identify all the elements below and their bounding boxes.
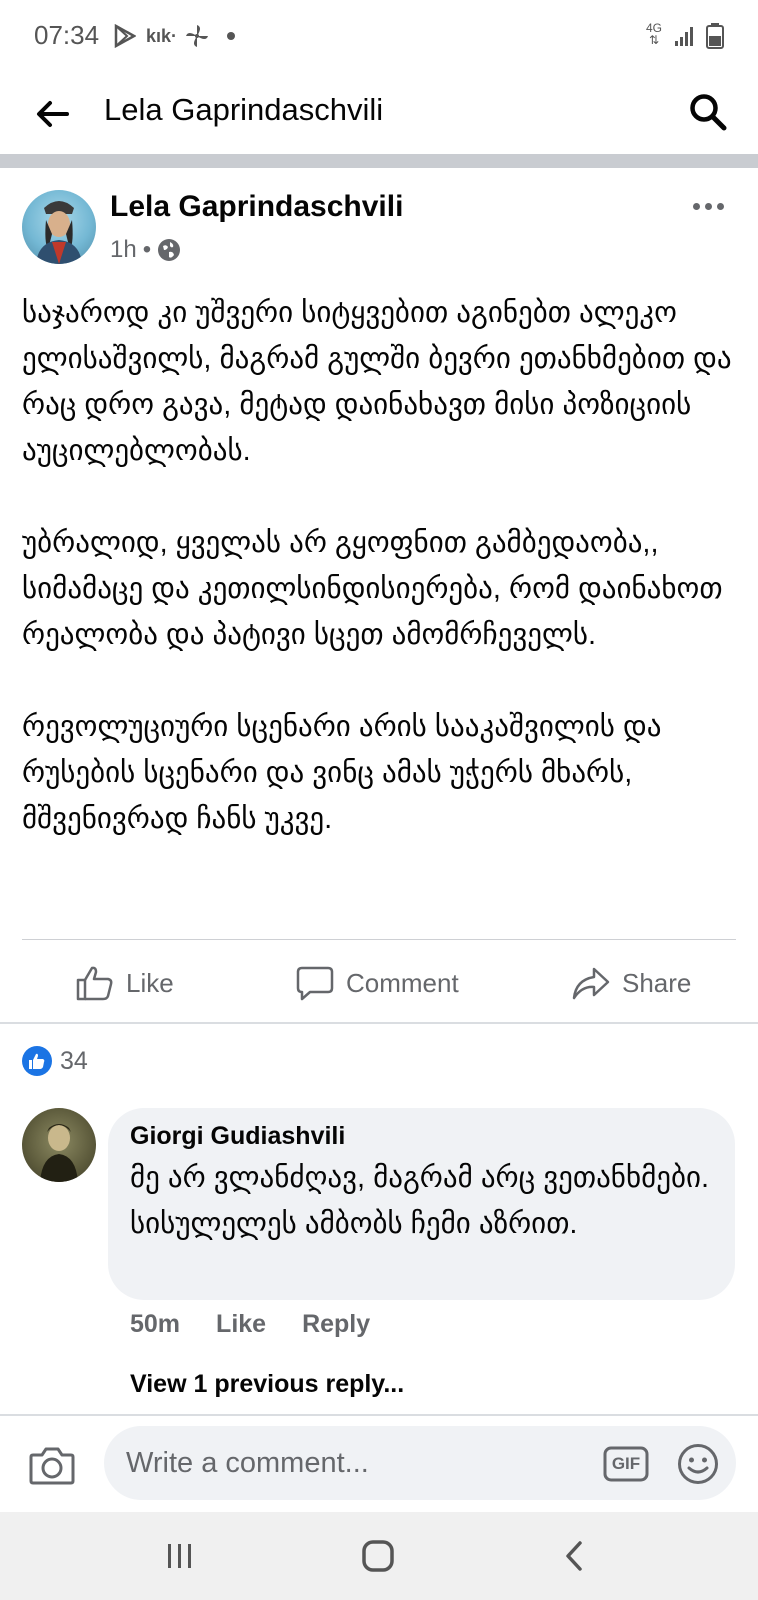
back-icon (566, 1541, 582, 1571)
post-paragraph-3: რევოლუციური სცენარი არის სააკაშვილის და … (22, 711, 662, 835)
like-button[interactable]: Like (76, 950, 174, 1016)
camera-button[interactable] (28, 1442, 76, 1488)
header-divider (0, 154, 758, 168)
notification-dot-icon (226, 22, 236, 50)
status-time: 07:34 (34, 20, 100, 50)
share-icon (572, 967, 610, 1000)
share-button[interactable]: Share (572, 950, 691, 1016)
play-store-icon (114, 22, 136, 50)
signal-icon (674, 22, 696, 50)
gif-label: GIF (611, 1454, 641, 1473)
avatar-portrait (36, 201, 82, 264)
view-previous-replies-link[interactable]: View 1 previous reply... (130, 1370, 404, 1399)
system-nav-bar (0, 1512, 758, 1600)
comment-actions: 50m Like Reply (130, 1310, 370, 1339)
emoji-button[interactable] (676, 1442, 720, 1486)
comment-time[interactable]: 50m (130, 1310, 180, 1339)
arrow-left-icon (37, 101, 69, 127)
author-avatar[interactable] (22, 190, 96, 264)
post-more-button[interactable] (686, 192, 730, 220)
comment-button[interactable]: Comment (296, 950, 459, 1016)
like-label: Like (126, 967, 174, 998)
gif-button[interactable]: GIF (602, 1445, 650, 1483)
comment-icon (296, 966, 334, 1001)
comment-composer: GIF (104, 1426, 736, 1500)
back-button[interactable] (28, 90, 76, 138)
search-button[interactable] (682, 86, 734, 138)
status-bar: 07:34 kık· 4G ⇅ (0, 0, 758, 72)
home-icon (362, 1540, 394, 1572)
kik-icon: kık· (146, 25, 178, 46)
battery-icon (706, 22, 724, 50)
comment-like-button[interactable]: Like (216, 1310, 266, 1339)
camera-icon (29, 1447, 75, 1485)
section-divider (0, 1022, 758, 1024)
home-button[interactable] (354, 1534, 402, 1578)
comment-text: მე არ ვლანძღავ, მაგრამ არც ვეთანხმები. ს… (130, 1162, 710, 1240)
comment-label: Comment (346, 967, 459, 998)
4g-data-icon: 4G ⇅ (646, 21, 663, 47)
search-icon (690, 94, 727, 131)
reaction-summary[interactable]: 34 (22, 1046, 88, 1076)
thumbs-up-icon (76, 966, 113, 1001)
post-author-name[interactable]: Lela Gaprindaschvili (110, 190, 403, 224)
pinwheel-icon (184, 22, 210, 50)
commenter-avatar[interactable] (22, 1108, 96, 1182)
header-title: Lela Gaprindaschvili (104, 92, 384, 127)
comment-bubble[interactable]: Giorgi Gudiashvili მე არ ვლანძღავ, მაგრა… (108, 1108, 735, 1300)
post-body: საჯაროდ კი უშვერი სიტყვებით აგინებთ ალეკ… (22, 290, 738, 842)
post-action-row: Like Comment Share (0, 950, 758, 1016)
more-horizontal-icon (692, 202, 700, 210)
globe-icon (158, 239, 181, 261)
post-paragraph-1: საჯაროდ კი უშვერი სიტყვებით აგინებთ ალეკ… (22, 297, 732, 467)
post-meta: 1h • (110, 236, 181, 264)
share-label: Share (622, 967, 692, 998)
smiley-icon (678, 1444, 718, 1484)
post-paragraph-2: უბრალიდ, ყველას არ გყოფნით გამბედაობა,, … (22, 527, 723, 651)
post-divider (22, 939, 736, 940)
app-header: Lela Gaprindaschvili (0, 72, 758, 154)
commenter-portrait (40, 1124, 78, 1182)
post-time[interactable]: 1h (110, 236, 137, 264)
like-badge-icon (22, 1046, 52, 1076)
comment-input[interactable] (126, 1426, 586, 1500)
meta-separator: • (142, 236, 152, 263)
composer-divider (0, 1414, 758, 1416)
recent-apps-button[interactable] (156, 1534, 204, 1578)
commenter-name[interactable]: Giorgi Gudiashvili (130, 1122, 713, 1151)
recent-apps-icon (168, 1544, 191, 1568)
reaction-count: 34 (60, 1046, 88, 1075)
comment-reply-button[interactable]: Reply (302, 1310, 370, 1339)
nav-back-button[interactable] (550, 1534, 598, 1578)
